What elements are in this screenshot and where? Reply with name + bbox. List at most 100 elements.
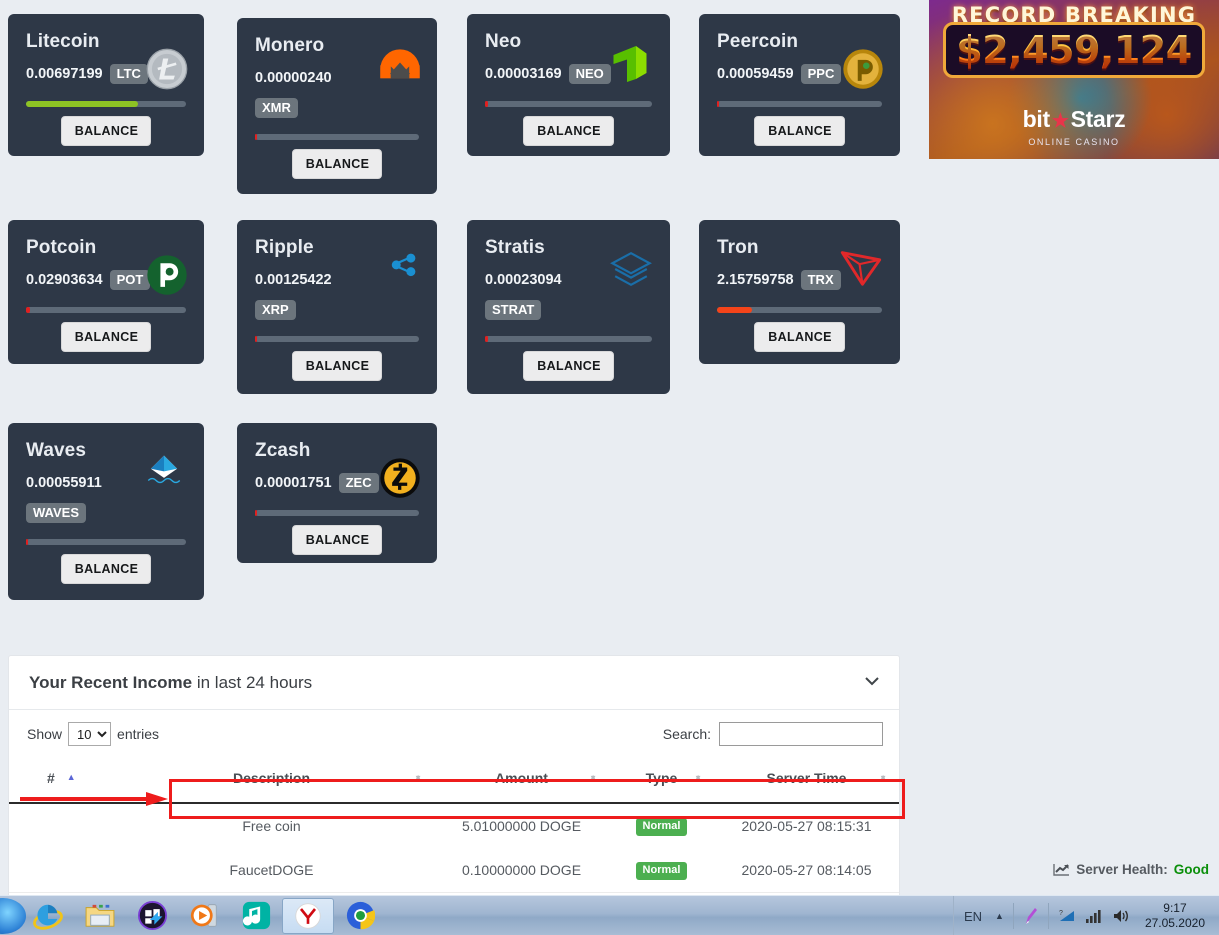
chart-icon — [1053, 864, 1070, 876]
coin-progress-fill — [255, 510, 258, 516]
cell-number — [9, 848, 109, 893]
cell-description: FaucetDOGE — [109, 848, 434, 893]
coin-card-ripple[interactable]: Ripple 0.00125422 XRP BALANCE — [237, 220, 437, 394]
windows-taskbar: EN ▲ ? 9:17 27.05.2020 — [0, 895, 1219, 935]
chrome-icon — [346, 901, 375, 930]
search-label: Search: — [662, 726, 711, 742]
coin-progress-bar — [485, 101, 652, 107]
taskbar-item-music-app[interactable] — [230, 897, 282, 935]
column-label: Server Time — [766, 770, 847, 786]
coin-progress-fill — [717, 101, 720, 107]
coin-ticker-badge: WAVES — [26, 503, 86, 523]
column-header-amount[interactable]: Amount ▲ ▼ — [434, 754, 609, 804]
stylus-icon[interactable] — [1023, 906, 1039, 926]
panel-title-bold: Your Recent Income — [29, 673, 193, 692]
coin-progress-bar — [26, 101, 186, 107]
chevron-down-icon[interactable] — [865, 675, 879, 689]
balance-button[interactable]: BALANCE — [291, 149, 383, 179]
ripple-logo — [391, 253, 416, 277]
banner-brand-right: Starz — [1070, 106, 1126, 132]
search-input[interactable] — [719, 722, 883, 746]
coin-card-litecoin[interactable]: Litecoin 0.00697199 LTC BALANCE — [8, 14, 204, 156]
show-label: Show — [27, 726, 63, 742]
volume-icon[interactable] — [1112, 908, 1130, 924]
network-icon[interactable]: ? — [1058, 908, 1076, 924]
balance-button[interactable]: BALANCE — [754, 322, 845, 352]
table-row[interactable]: Free coin 5.01000000 DOGE Normal 2020-05… — [9, 803, 899, 848]
column-header-server-time[interactable]: Server Time ▲ ▼ — [714, 754, 899, 804]
coin-card-waves[interactable]: Waves 0.00055911 WAVES BALANCE — [8, 423, 204, 600]
coin-ticker-badge: NEO — [568, 64, 611, 84]
coin-progress-bar — [717, 101, 882, 107]
coin-ticker-badge: XMR — [255, 98, 298, 118]
show-entries-control: Show 10 entries — [27, 722, 159, 746]
coin-ticker-badge: PPC — [800, 64, 842, 84]
coin-ticker-badge: POT — [109, 270, 151, 290]
table-header: # ▲ Description ▲▼ Amount ▲▼ Type ▲▼ — [9, 754, 899, 804]
balance-button[interactable]: BALANCE — [60, 554, 152, 584]
coin-card-neo[interactable]: Neo 0.00003169 NEO BALANCE — [467, 14, 670, 156]
sort-icon: ▲ ▼ — [879, 772, 887, 783]
cell-amount: 5.01000000 DOGE — [461, 818, 582, 834]
coin-progress-bar — [485, 336, 652, 342]
coin-amount: 0.00003169 — [485, 66, 562, 82]
coin-amount: 0.00697199 — [26, 66, 103, 82]
litecoin-logo — [146, 48, 188, 90]
taskbar-item-windows-store[interactable] — [126, 897, 178, 935]
taskbar-item-chrome-browser[interactable] — [334, 897, 386, 935]
coin-ticker-badge: LTC — [109, 64, 148, 84]
taskbar-item-media-player[interactable] — [178, 897, 230, 935]
tray-divider — [1012, 903, 1014, 929]
windows-store-icon — [137, 901, 167, 930]
balance-button[interactable]: BALANCE — [60, 322, 152, 352]
status-badge: Normal — [635, 818, 688, 836]
coin-card-peercoin[interactable]: Peercoin 0.00059459 PPC BALANCE — [699, 14, 900, 156]
coin-card-potcoin[interactable]: Potcoin 0.02903634 POT BALANCE — [8, 220, 204, 364]
zcash-logo — [380, 458, 420, 498]
column-label: Amount — [495, 770, 548, 786]
taskbar-item-file-explorer[interactable] — [74, 897, 126, 935]
taskbar-item-internet-explorer[interactable] — [22, 897, 74, 935]
column-header-description[interactable]: Description ▲ ▼ — [109, 754, 434, 804]
column-header-type[interactable]: Type ▲ ▼ — [609, 754, 714, 804]
coin-progress-fill — [26, 101, 138, 107]
casino-banner-ad[interactable]: RECORD BREAKING WIN $2,459,124 bit★Starz… — [929, 0, 1219, 159]
coin-amount: 0.00055911 — [26, 475, 102, 491]
coin-card-zcash[interactable]: Zcash 0.00001751 ZEC BALANCE — [237, 423, 437, 563]
balance-button[interactable]: BALANCE — [60, 116, 152, 146]
taskbar-clock[interactable]: 9:17 27.05.2020 — [1139, 901, 1211, 931]
panel-header: Your Recent Income in last 24 hours — [9, 656, 899, 710]
coin-card-tron[interactable]: Tron 2.15759758 TRX BALANCE — [699, 220, 900, 364]
coin-card-monero[interactable]: Monero 0.00000240 XMR BALANCE — [237, 18, 437, 194]
entries-select[interactable]: 10 — [68, 722, 112, 746]
column-label: Type — [645, 770, 678, 786]
coin-ticker-badge: TRX — [800, 270, 841, 290]
balance-button[interactable]: BALANCE — [523, 351, 614, 381]
show-hidden-icons-icon[interactable]: ▲ — [995, 911, 1004, 921]
column-label: # — [47, 770, 55, 786]
potcoin-logo — [147, 255, 187, 295]
star-icon: ★ — [1051, 111, 1069, 132]
coin-progress-bar — [717, 307, 882, 313]
coin-ticker-badge: STRAT — [485, 300, 542, 320]
server-health-value: Good — [1173, 862, 1209, 877]
table-controls: Show 10 entries Search: — [9, 710, 899, 754]
column-header-number[interactable]: # ▲ — [9, 754, 109, 804]
tray-language[interactable]: EN — [964, 909, 982, 924]
balance-button[interactable]: BALANCE — [754, 116, 845, 146]
balance-button[interactable]: BALANCE — [291, 525, 383, 555]
server-health-status: Server Health: Good — [1053, 862, 1209, 877]
table-header-row: # ▲ Description ▲▼ Amount ▲▼ Type ▲▼ — [9, 754, 899, 804]
signal-bars-icon[interactable] — [1085, 908, 1103, 924]
waves-logo — [147, 455, 181, 484]
yandex-icon — [295, 902, 321, 929]
internet-explorer-icon — [33, 904, 63, 930]
balance-button[interactable]: BALANCE — [291, 351, 383, 381]
sort-icon: ▲ ▼ — [414, 772, 422, 783]
page-title: Your Recent Income in last 24 hours — [29, 673, 879, 693]
clock-date: 27.05.2020 — [1144, 916, 1205, 930]
taskbar-item-yandex-browser[interactable] — [282, 897, 334, 934]
table-row[interactable]: FaucetDOGE 0.10000000 DOGE Normal 2020-0… — [9, 848, 899, 893]
coin-card-stratis[interactable]: Stratis 0.00023094 STRAT BALANCE — [467, 220, 670, 394]
balance-button[interactable]: BALANCE — [523, 116, 614, 146]
